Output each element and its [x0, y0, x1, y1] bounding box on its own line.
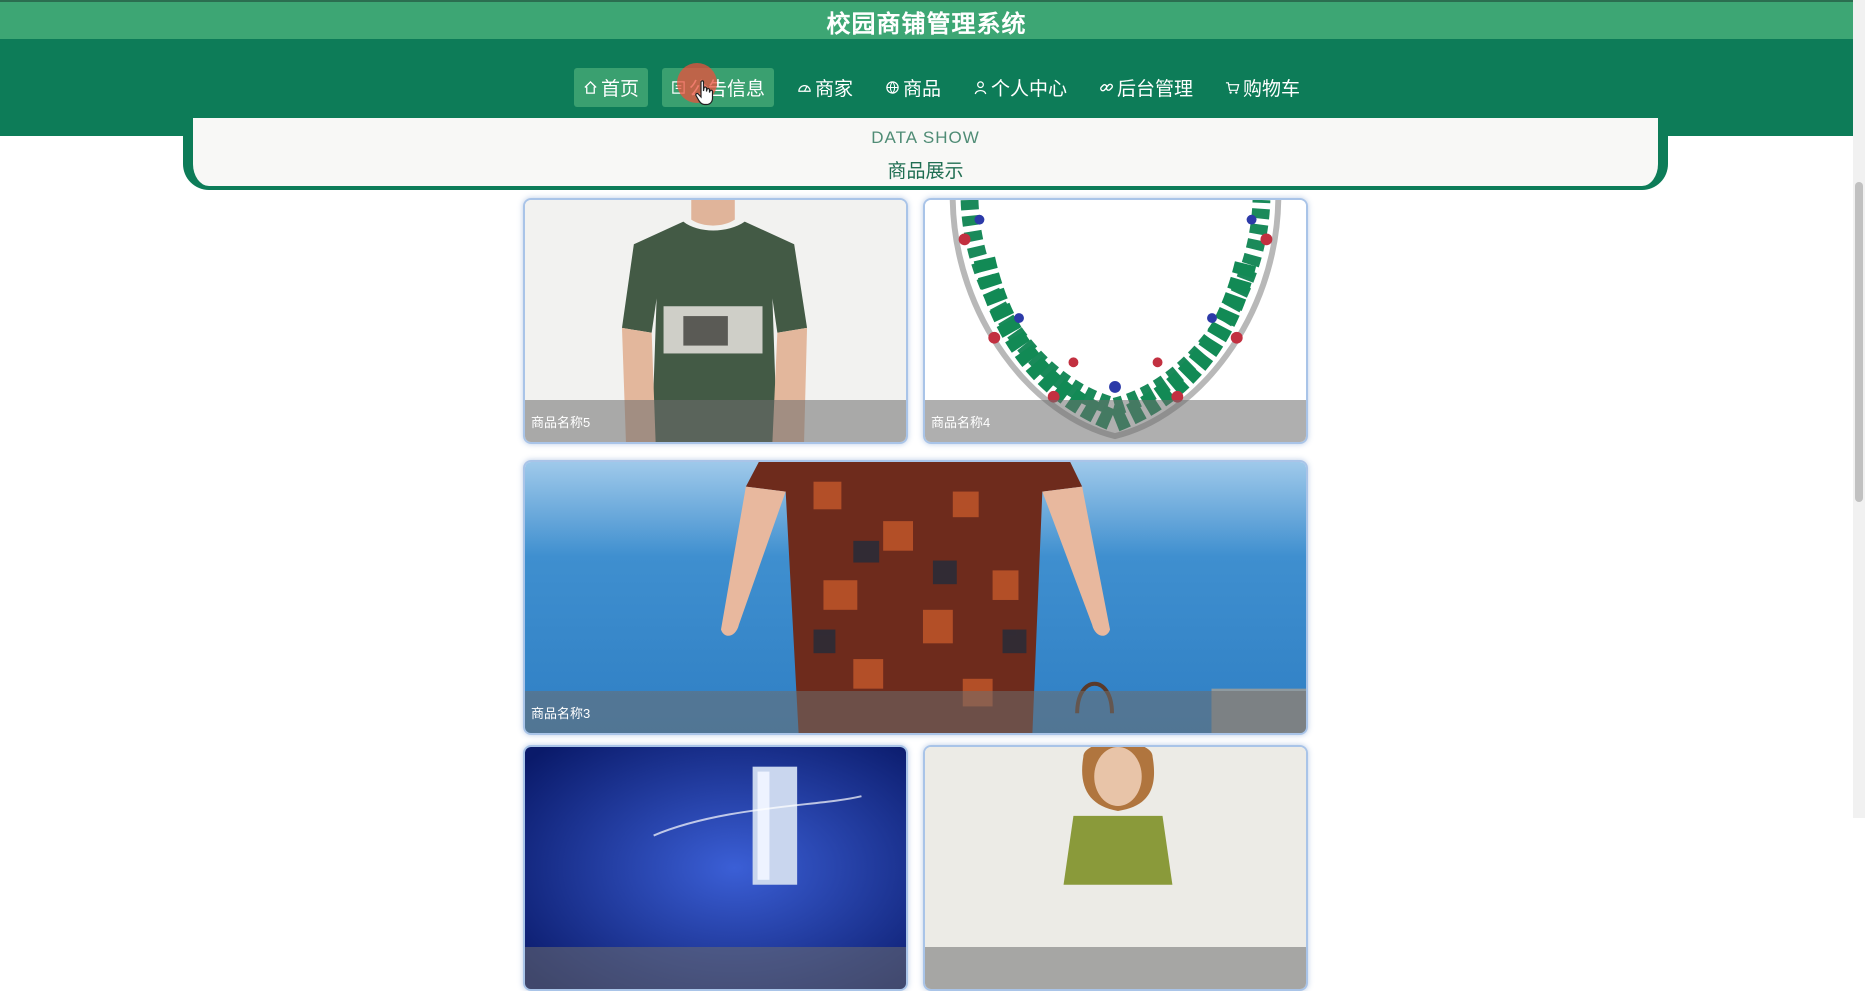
globe-icon	[885, 80, 900, 95]
home-icon	[583, 80, 598, 95]
section-title-en: DATA SHOW	[871, 128, 980, 147]
product-card[interactable]	[523, 745, 908, 991]
product-card[interactable]: 商品名称5	[523, 198, 908, 444]
user-icon	[973, 80, 988, 95]
nav-admin[interactable]: 后台管理	[1090, 68, 1202, 107]
link-icon	[1099, 80, 1114, 95]
nav-cart[interactable]: 购物车	[1216, 68, 1309, 107]
product-card[interactable]: 商品名称4	[923, 198, 1308, 444]
section-heading: DATA SHOW 商品展示	[183, 118, 1668, 190]
product-name	[525, 947, 906, 989]
cart-icon	[1225, 80, 1240, 95]
nav-notice[interactable]: 公告信息	[661, 63, 774, 107]
product-card[interactable]: 商品名称3	[523, 460, 1308, 735]
app-title-bar: 校园商铺管理系统	[0, 0, 1853, 41]
nav-merchant[interactable]: 商家	[788, 68, 862, 107]
nav-products[interactable]: 商品	[876, 68, 950, 107]
product-name	[925, 947, 1306, 989]
product-name: 商品名称3	[525, 691, 1306, 733]
dashboard-icon	[797, 80, 812, 95]
product-name: 商品名称4	[925, 400, 1306, 442]
hand-cursor-icon	[694, 80, 716, 106]
nav-home-label: 首页	[600, 79, 639, 100]
product-card[interactable]	[923, 745, 1308, 991]
scrollbar-thumb[interactable]	[1855, 182, 1863, 502]
app-title: 校园商铺管理系统	[826, 11, 1027, 38]
nav-cart-label: 购物车	[1243, 79, 1301, 100]
nav-merchant-label: 商家	[814, 79, 853, 100]
nav-profile[interactable]: 个人中心	[964, 68, 1076, 107]
nav-profile-label: 个人中心	[991, 79, 1068, 100]
section-title-zh: 商品展示	[887, 161, 964, 182]
nav-home[interactable]: 首页	[573, 68, 648, 107]
product-name: 商品名称5	[525, 400, 906, 442]
nav-products-label: 商品	[902, 79, 941, 100]
nav-admin-label: 后台管理	[1117, 79, 1194, 100]
